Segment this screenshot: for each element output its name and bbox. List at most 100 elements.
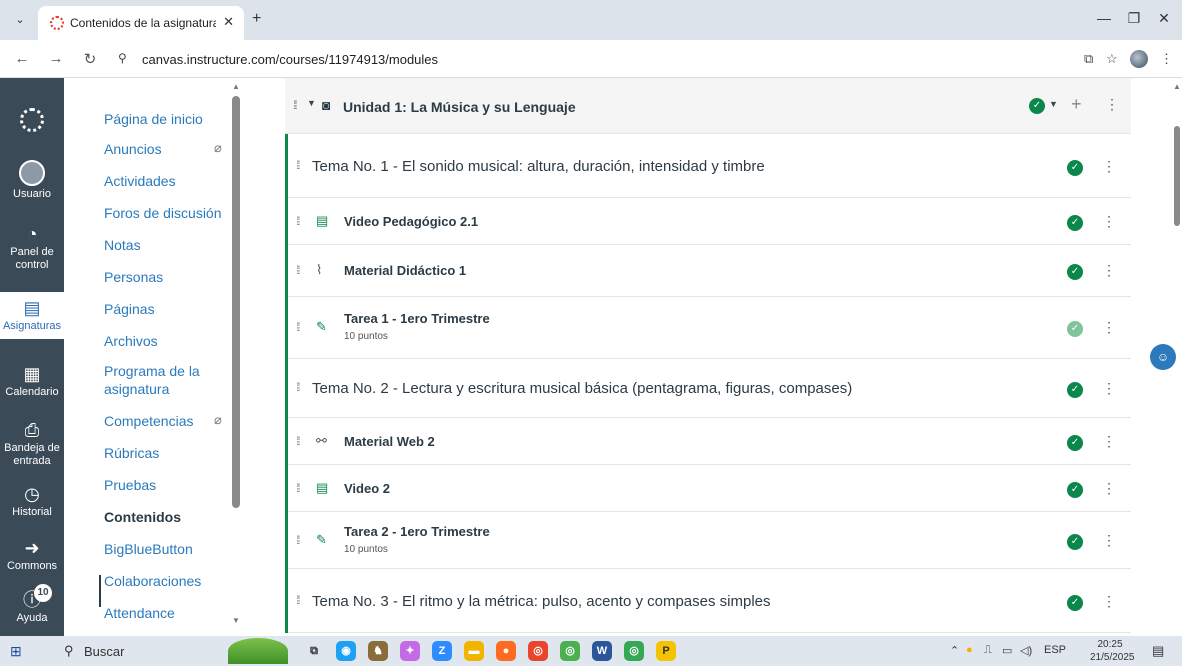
module-item[interactable]: ⁞⁞ ⚯ Material Web 2 ✓ ⋮ <box>288 418 1131 465</box>
url-field[interactable]: ⚲ canvas.instructure.com/courses/1197491… <box>112 46 1012 72</box>
drag-handle-icon[interactable]: ⁞⁞ <box>296 158 300 172</box>
volume-icon[interactable]: ◁) <box>1020 644 1032 657</box>
module-item[interactable]: ⁞⁞ ⌇ Material Didáctico 1 ✓ ⋮ <box>288 245 1131 297</box>
global-nav-inbox[interactable]: ⎙ Bandeja de entrada <box>0 420 64 468</box>
published-check-icon[interactable]: ✓ <box>1067 321 1083 337</box>
scroll-down-arrow-icon[interactable]: ▼ <box>232 616 240 625</box>
publish-menu-caret-icon[interactable]: ▼ <box>1049 99 1058 109</box>
item-options-icon[interactable]: ⋮ <box>1102 480 1116 497</box>
global-nav-dashboard[interactable]: ◔ Panel de control <box>0 224 64 272</box>
chrome-profile-2-icon[interactable]: ◎ <box>624 641 644 661</box>
windows-start-icon[interactable]: ⊞ <box>10 643 22 660</box>
battery-icon[interactable]: ▭ <box>1002 644 1012 657</box>
chat-help-icon[interactable]: ☺ <box>1150 344 1176 370</box>
drag-handle-icon[interactable]: ⁞⁞ <box>296 593 300 607</box>
course-nav-pages[interactable]: Páginas <box>104 300 155 318</box>
item-options-icon[interactable]: ⋮ <box>1102 319 1116 336</box>
browser-tab[interactable]: Contenidos de la asignatura: ED ✕ <box>38 6 244 40</box>
module-item[interactable]: ⁞⁞ ✎ Tarea 2 - 1ero Trimestre 10 puntos … <box>288 512 1131 569</box>
tab-close-icon[interactable]: ✕ <box>223 14 234 30</box>
scroll-up-arrow-icon[interactable]: ▲ <box>1173 82 1181 91</box>
profile-avatar[interactable] <box>1130 50 1148 68</box>
published-check-icon[interactable]: ✓ <box>1067 435 1083 451</box>
browser-menu-icon[interactable]: ⋮ <box>1160 51 1173 67</box>
minimize-icon[interactable]: — <box>1094 10 1114 26</box>
reload-icon[interactable]: ↻ <box>80 50 100 68</box>
module-header[interactable]: ⁞⁞ ▼ ◙ Unidad 1: La Música y su Lenguaje… <box>285 78 1131 134</box>
weather-widget-icon[interactable] <box>228 638 288 664</box>
tray-expand-icon[interactable]: ⌃ <box>950 644 959 657</box>
module-item[interactable]: ⁞⁞ ▤ Video Pedagógico 2.1 ✓ ⋮ <box>288 198 1131 245</box>
course-nav-bigbluebutton[interactable]: BigBlueButton <box>104 540 193 558</box>
close-window-icon[interactable]: ✕ <box>1154 10 1174 27</box>
course-nav-assignments[interactable]: Actividades <box>104 172 176 190</box>
global-nav-commons[interactable]: ➜ Commons <box>0 538 64 573</box>
notifications-icon[interactable]: ▤ <box>1152 643 1164 659</box>
module-item[interactable]: ⁞⁞ ✎ Tarea 1 - 1ero Trimestre 10 puntos … <box>288 297 1131 359</box>
module-item-link[interactable]: Tarea 1 - 1ero Trimestre <box>344 311 490 326</box>
new-tab-icon[interactable]: + <box>252 10 261 28</box>
forward-icon[interactable]: → <box>46 50 66 67</box>
item-options-icon[interactable]: ⋮ <box>1102 433 1116 450</box>
word-icon[interactable]: W <box>592 641 612 661</box>
item-options-icon[interactable]: ⋮ <box>1102 532 1116 549</box>
firefox-icon[interactable]: ● <box>496 641 516 661</box>
task-view-icon[interactable]: ⧉ <box>304 641 324 661</box>
course-nav-home[interactable]: Página de inicio <box>104 110 203 128</box>
pdf-app-icon[interactable]: P <box>656 641 676 661</box>
item-options-icon[interactable]: ⋮ <box>1102 593 1116 610</box>
scroll-up-arrow-icon[interactable]: ▲ <box>232 82 240 91</box>
global-nav-user[interactable]: Usuario <box>0 160 64 201</box>
site-settings-icon[interactable]: ⚲ <box>118 51 127 65</box>
course-nav-rubrics[interactable]: Rúbricas <box>104 444 159 462</box>
content-scrollbar[interactable] <box>1174 126 1180 226</box>
item-options-icon[interactable]: ⋮ <box>1102 262 1116 279</box>
drag-handle-icon[interactable]: ⁞⁞ <box>296 263 300 277</box>
drag-handle-icon[interactable]: ⁞⁞ <box>296 481 300 495</box>
published-check-icon[interactable]: ✓ <box>1067 482 1083 498</box>
collapse-caret-icon[interactable]: ▼ <box>307 98 316 108</box>
drag-handle-icon[interactable]: ⁞⁞ <box>296 214 300 228</box>
language-indicator[interactable]: ESP <box>1044 644 1066 656</box>
course-nav-files[interactable]: Archivos <box>104 332 158 350</box>
canvas-logo-icon[interactable] <box>20 108 44 132</box>
course-nav-quizzes[interactable]: Pruebas <box>104 476 156 494</box>
published-check-icon[interactable]: ✓ <box>1067 160 1083 176</box>
bookmark-star-icon[interactable]: ☆ <box>1106 51 1118 67</box>
published-check-icon[interactable]: ✓ <box>1067 595 1083 611</box>
course-nav-outcomes[interactable]: Competencias <box>104 412 194 430</box>
course-nav-discussions[interactable]: Foros de discusión <box>104 204 222 222</box>
restore-icon[interactable]: ❐ <box>1124 10 1144 27</box>
module-item-link[interactable]: Video Pedagógico 2.1 <box>344 214 478 229</box>
tray-device-icon[interactable]: ⎍ <box>984 644 992 657</box>
drag-handle-icon[interactable]: ⁞⁞ <box>296 533 300 547</box>
file-explorer-icon[interactable]: ▬ <box>464 641 484 661</box>
chrome-profile-icon[interactable]: ◎ <box>560 641 580 661</box>
global-nav-calendar[interactable]: ▦ Calendario <box>0 364 64 399</box>
global-nav-courses[interactable]: ▤ Asignaturas <box>0 292 64 339</box>
tray-app-icon[interactable]: ● <box>966 644 973 656</box>
item-options-icon[interactable]: ⋮ <box>1102 158 1116 175</box>
search-icon[interactable]: ⚲ <box>64 643 74 659</box>
course-nav-collaborations[interactable]: Colaboraciones <box>104 572 201 590</box>
drag-handle-icon[interactable]: ⁞⁞ <box>293 98 297 112</box>
cast-icon[interactable]: ⧉ <box>1084 51 1093 67</box>
course-nav-attendance[interactable]: Attendance <box>104 604 175 622</box>
item-options-icon[interactable]: ⋮ <box>1102 213 1116 230</box>
course-nav-scrollbar[interactable] <box>232 96 240 508</box>
zoom-icon[interactable]: Z <box>432 641 452 661</box>
published-check-icon[interactable]: ✓ <box>1067 264 1083 280</box>
published-check-icon[interactable]: ✓ <box>1067 215 1083 231</box>
module-options-icon[interactable]: ⋮ <box>1105 96 1119 113</box>
module-item-link[interactable]: Material Didáctico 1 <box>344 263 466 278</box>
chat-app-icon[interactable]: ◉ <box>336 641 356 661</box>
published-check-icon[interactable]: ✓ <box>1067 534 1083 550</box>
global-nav-history[interactable]: ◷ Historial <box>0 484 64 519</box>
module-item[interactable]: ⁞⁞ ▤ Video 2 ✓ ⋮ <box>288 465 1131 512</box>
global-nav-help[interactable]: ⓘ 10 Ayuda <box>0 584 64 625</box>
tab-search-icon[interactable]: ⌄ <box>10 10 30 30</box>
published-check-icon[interactable]: ✓ <box>1067 382 1083 398</box>
clock[interactable]: 20:25 21/5/2025 <box>1090 638 1135 664</box>
course-nav-syllabus[interactable]: Programa de la asignatura <box>104 362 214 398</box>
module-item-link[interactable]: Video 2 <box>344 481 390 496</box>
